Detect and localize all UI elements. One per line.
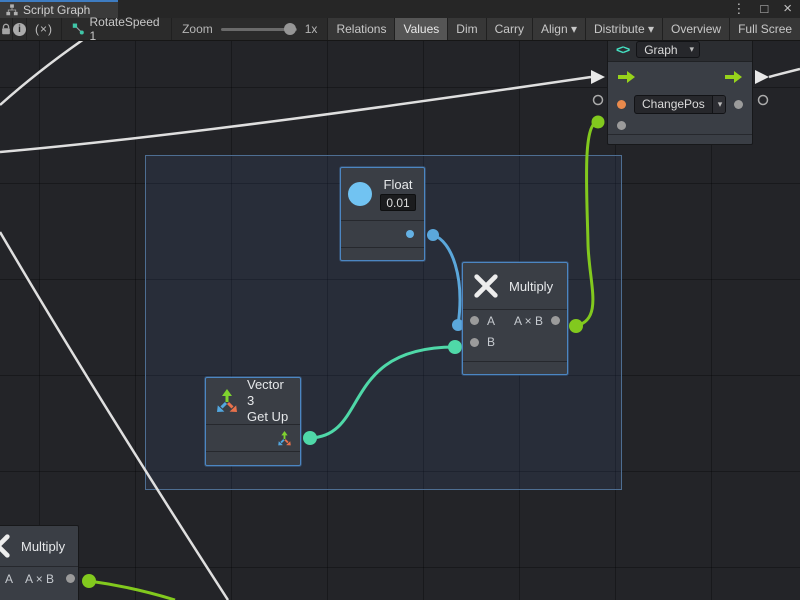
hierarchy-icon (6, 4, 18, 16)
variables-icon: (×) (35, 22, 53, 36)
toolbar: i (×) RotateSpeed 1 Zoom 1x Relations Va… (0, 18, 800, 41)
multiply-out-port[interactable] (551, 316, 560, 325)
event-arg-port[interactable] (617, 121, 626, 130)
graph-node-header: <> Graph ▾ (608, 41, 752, 62)
wire-arrowhead-out (755, 70, 769, 84)
toolbar-button-dim[interactable]: Dim (448, 18, 486, 40)
graph-canvas[interactable]: <> Graph ▾ ChangePos ▾ (0, 41, 800, 600)
graph-node-footer (608, 134, 752, 144)
menu-dots-icon[interactable]: ⋮ (732, 0, 745, 18)
tab-title: Script Graph (23, 3, 90, 17)
vector-node-type: Vector 3 (247, 377, 291, 409)
empty-port-circle-right[interactable] (759, 96, 768, 105)
info-icon: i (13, 23, 26, 36)
code-icon: <> (616, 42, 629, 57)
multiply-node[interactable]: Multiply A A × B B (462, 262, 568, 375)
chevron-down-icon: ▾ (685, 42, 700, 57)
multiply2-node-title: Multiply (21, 539, 65, 554)
event-name-label: ChangePos (635, 97, 712, 111)
green-wire-endpoint (82, 574, 96, 588)
graph-breadcrumb-icon (72, 22, 85, 36)
variables-button[interactable]: (×) (27, 18, 62, 40)
white-wire-from-graph-node[interactable] (769, 69, 800, 77)
multiply2-a-label: A (5, 572, 13, 586)
window-controls: ⋮ □ × (732, 0, 792, 18)
chevron-down-icon: ▾ (712, 96, 726, 113)
toolbar-button-distribute[interactable]: Distribute ▾ (586, 18, 663, 40)
multiply-node-bottom[interactable]: Multiply A A × B (0, 525, 79, 600)
vector-node-header: Vector 3 Get Up (206, 378, 300, 424)
multiply-a-label: A (487, 314, 495, 328)
script-graph-window: Script Graph ⋮ □ × i (×) Rotate (0, 0, 800, 600)
event-target-port[interactable] (617, 100, 626, 109)
zoom-value: 1x (305, 22, 318, 36)
graph-dropdown-label: Graph (637, 43, 684, 57)
toolbar-button-fullscreen[interactable]: Full Scree (730, 18, 800, 40)
lock-icon (0, 23, 12, 36)
vector3-getup-node[interactable]: Vector 3 Get Up (205, 377, 301, 466)
graph-breadcrumb[interactable]: RotateSpeed 1 (62, 18, 172, 40)
event-out-port[interactable] (734, 100, 743, 109)
vector3-axes-icon (215, 388, 239, 414)
multiply2-out-label: A × B (25, 572, 54, 586)
zoom-control: Zoom 1x (172, 18, 327, 40)
flow-in-arrow-icon[interactable] (618, 71, 635, 83)
white-wire-top-left[interactable] (0, 41, 84, 105)
info-button[interactable]: i (13, 18, 27, 40)
float-value-input[interactable]: 0.01 (380, 194, 416, 211)
float-node-footer (341, 247, 424, 259)
wire-arrowhead-in (591, 70, 605, 84)
zoom-slider-handle[interactable] (284, 23, 296, 35)
toolbar-button-carry[interactable]: Carry (487, 18, 533, 40)
multiply-out-label: A × B (514, 314, 543, 328)
float-node-header: Float 0.01 (341, 168, 424, 220)
zoom-slider[interactable] (221, 28, 297, 31)
multiply-node-footer (463, 361, 567, 374)
float-icon (348, 182, 372, 206)
vector3-output-port-icon[interactable] (277, 431, 292, 446)
green-wire-bottom[interactable] (89, 581, 175, 600)
event-name-dropdown[interactable]: ChangePos ▾ (634, 95, 726, 114)
multiply-x-icon (472, 272, 500, 300)
maximize-icon[interactable]: □ (760, 0, 768, 18)
toolbar-button-values[interactable]: Values (395, 18, 448, 40)
flow-out-arrow-icon[interactable] (725, 71, 742, 83)
multiply-node-title: Multiply (509, 279, 553, 294)
close-icon[interactable]: × (783, 0, 792, 18)
graph-event-node[interactable]: <> Graph ▾ ChangePos ▾ (607, 41, 753, 145)
toolbar-button-overview[interactable]: Overview (663, 18, 730, 40)
vector-node-footer (206, 451, 300, 464)
multiply2-out-port[interactable] (66, 574, 75, 583)
multiply-node-header: Multiply (463, 263, 567, 309)
white-wire-to-graph-node[interactable] (0, 77, 591, 152)
lock-button[interactable] (0, 18, 13, 40)
float-node[interactable]: Float 0.01 (340, 167, 425, 261)
vector-node-op: Get Up (247, 409, 288, 425)
float-node-title: Float (384, 177, 413, 192)
multiply2-node-header: Multiply (0, 526, 78, 566)
zoom-label: Zoom (182, 22, 213, 36)
multiply-b-port[interactable] (470, 338, 479, 347)
toolbar-button-relations[interactable]: Relations (328, 18, 395, 40)
green-wire-end-dot (592, 116, 605, 129)
graph-dropdown[interactable]: Graph ▾ (636, 41, 700, 58)
toolbar-button-align[interactable]: Align ▾ (533, 18, 586, 40)
graph-breadcrumb-label: RotateSpeed 1 (90, 15, 162, 43)
multiply-x-icon (0, 532, 12, 560)
empty-port-circle-left[interactable] (594, 96, 603, 105)
multiply-b-label: B (487, 335, 495, 349)
float-output-port[interactable] (406, 230, 414, 238)
multiply-a-port[interactable] (470, 316, 479, 325)
